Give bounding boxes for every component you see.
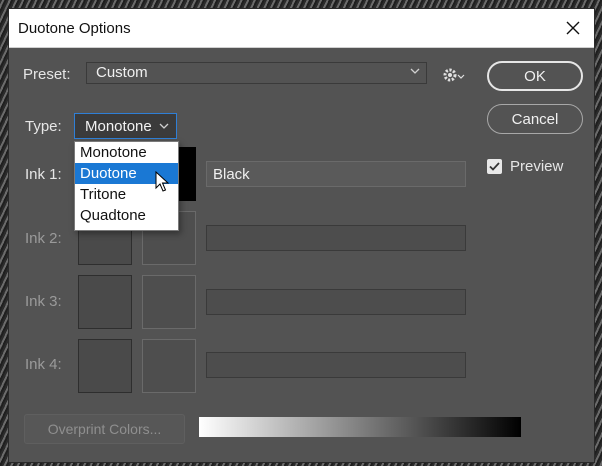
ink-3-label: Ink 3: [25, 293, 62, 310]
type-option-quadtone[interactable]: Quadtone [75, 205, 178, 226]
ink-1-name-field[interactable]: Black [206, 161, 466, 187]
gradient-preview-bar [199, 417, 521, 437]
preview-label: Preview [510, 158, 564, 175]
chevron-down-icon [159, 123, 169, 129]
chevron-down-icon [410, 68, 420, 74]
mouse-pointer-icon [155, 171, 169, 192]
ink-2-name-field[interactable] [206, 225, 466, 251]
preset-value: Custom [96, 64, 148, 81]
type-value: Monotone [85, 118, 152, 135]
ink-4-color-swatch[interactable] [142, 339, 196, 393]
ink-2-label: Ink 2: [25, 230, 62, 247]
preset-options-button[interactable] [441, 65, 467, 85]
close-button[interactable] [558, 13, 588, 43]
duotone-options-dialog: Duotone Options Preset: Custom OK Cancel… [8, 8, 595, 463]
overprint-colors-button[interactable]: Overprint Colors... [24, 414, 185, 444]
ink-4-curve-box[interactable] [78, 339, 132, 393]
checkmark-icon [489, 162, 500, 171]
dialog-title: Duotone Options [18, 20, 131, 37]
type-select[interactable]: Monotone [74, 113, 177, 139]
ink-4-label: Ink 4: [25, 356, 62, 373]
ink-3-curve-box[interactable] [78, 275, 132, 329]
preview-checkbox[interactable] [487, 159, 502, 174]
ink-3-name-field[interactable] [206, 289, 466, 315]
ink-3-color-swatch[interactable] [142, 275, 196, 329]
ink-4-name-field[interactable] [206, 352, 466, 378]
type-option-monotone[interactable]: Monotone [75, 142, 178, 163]
ink-1-label: Ink 1: [25, 166, 62, 183]
cancel-button[interactable]: Cancel [487, 104, 583, 134]
type-label: Type: [25, 118, 62, 135]
preset-label: Preset: [23, 66, 71, 83]
title-bar: Duotone Options [9, 9, 594, 48]
preset-select[interactable]: Custom [86, 62, 427, 84]
close-icon [566, 21, 580, 35]
ok-button[interactable]: OK [487, 61, 583, 91]
gear-icon [443, 68, 465, 82]
